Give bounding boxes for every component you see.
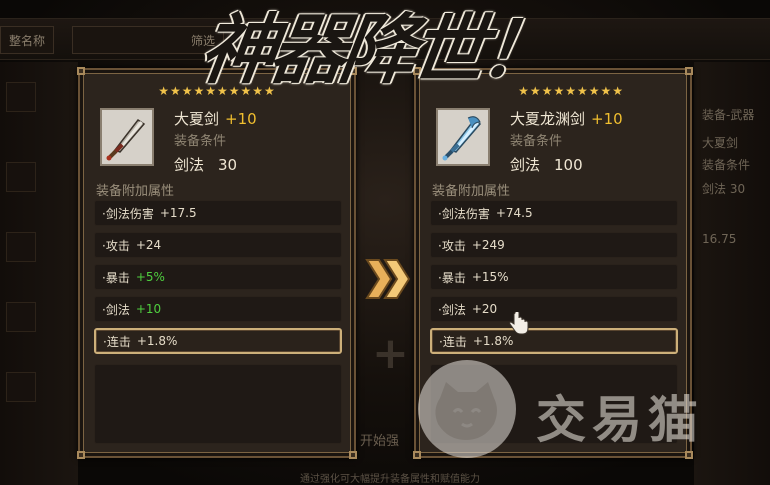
attribute-row[interactable]: ·剑法伤害 +17.5 [94, 200, 342, 226]
inventory-slot[interactable] [6, 302, 36, 332]
side-line: 剑法 30 [702, 182, 746, 196]
frame-corner [685, 67, 693, 75]
attribute-value: +1.8% [472, 334, 514, 348]
attribute-row[interactable]: ·剑法伤害 +74.5 [430, 200, 678, 226]
attribute-value: +249 [471, 238, 505, 252]
attribute-label: ·暴击 [438, 270, 466, 285]
frame-corner [77, 451, 85, 459]
item-name: 大夏龙渊剑 +10 [510, 108, 623, 129]
tab-name-sort[interactable]: 整名称 [0, 26, 54, 54]
attributes-title: 装备附加属性 [96, 184, 175, 199]
attribute-row[interactable]: ·暴击 +5% [94, 264, 342, 290]
frame-corner [349, 451, 357, 459]
start-enhance-hint: 开始强 [360, 434, 400, 449]
attribute-row-selected[interactable]: ·连击 +1.8% [430, 328, 678, 354]
inventory-slot[interactable] [6, 82, 36, 112]
enhance-level: +10 [591, 110, 623, 128]
side-line: 大夏剑 [702, 136, 739, 150]
attribute-row[interactable]: ·攻击 +249 [430, 232, 678, 258]
inventory-slot[interactable] [6, 232, 36, 262]
attribute-label: ·攻击 [102, 238, 130, 253]
enhance-level: +10 [225, 110, 257, 128]
frame-corner [77, 67, 85, 75]
attribute-value: +74.5 [495, 206, 533, 220]
promo-title: 神器降世！ [194, 5, 557, 94]
empty-attribute-area [94, 364, 342, 444]
item-card-before: ★★★★★★★★★★ 大夏剑 +10 装备条件 剑法 30 装备附加属性 ·剑法伤害… [77, 67, 357, 459]
attribute-label: ·连击 [439, 334, 467, 349]
requirement-label: 装备条件 [174, 134, 227, 149]
hand-cursor-icon [509, 312, 529, 335]
attributes-title: 装备附加属性 [432, 184, 511, 199]
attribute-row-selected[interactable]: ·连击 +1.8% [94, 328, 342, 354]
attribute-label: ·剑法伤害 [102, 206, 154, 221]
attribute-row[interactable]: ·攻击 +24 [94, 232, 342, 258]
item-name: 大夏剑 +10 [174, 108, 257, 129]
requirement-value: 剑法 100 [510, 154, 583, 175]
attribute-label: ·暴击 [102, 270, 130, 285]
inventory-column [0, 62, 78, 485]
sword-icon [100, 108, 154, 166]
inventory-slot[interactable] [6, 162, 36, 192]
requirement-number: 30 [218, 156, 238, 174]
cat-logo-icon [418, 360, 516, 458]
attribute-label: ·连击 [103, 334, 131, 349]
inventory-slot[interactable] [6, 372, 36, 402]
attribute-label: ·剑法 [102, 302, 130, 317]
requirement-value: 剑法 30 [174, 154, 237, 175]
item-name-text: 大夏龙渊剑 [510, 110, 586, 128]
attribute-value: +20 [471, 302, 498, 316]
attribute-label: ·攻击 [438, 238, 466, 253]
attribute-row[interactable]: ·暴击 +15% [430, 264, 678, 290]
side-line: 装备条件 [702, 158, 751, 172]
double-arrow-icon[interactable] [365, 256, 413, 302]
side-line: 16.75 [702, 232, 737, 246]
attribute-label: ·剑法 [438, 302, 466, 317]
requirement-skill: 剑法 [174, 156, 205, 174]
requirement-label: 装备条件 [510, 134, 563, 149]
dragon-sword-icon [436, 108, 490, 166]
requirement-skill: 剑法 [510, 156, 541, 174]
attribute-value: +5% [135, 270, 165, 284]
requirement-number: 100 [554, 156, 583, 174]
item-name-text: 大夏剑 [174, 110, 220, 128]
attribute-row[interactable]: ·剑法 +20 [430, 296, 678, 322]
watermark-text: 交易猫 [536, 391, 704, 449]
attribute-row[interactable]: ·剑法 +10 [94, 296, 342, 322]
plus-icon: + [372, 328, 409, 379]
attribute-label: ·剑法伤害 [438, 206, 490, 221]
bottom-hint: 通过强化可大幅提升装备属性和赋值能力 [300, 474, 480, 485]
attribute-value: +17.5 [159, 206, 197, 220]
side-line: 装备-武器 [702, 108, 755, 122]
attribute-value: +1.8% [136, 334, 178, 348]
attribute-value: +10 [135, 302, 162, 316]
attribute-value: +15% [471, 270, 509, 284]
attribute-value: +24 [135, 238, 162, 252]
watermark: 交易猫 [418, 360, 758, 460]
